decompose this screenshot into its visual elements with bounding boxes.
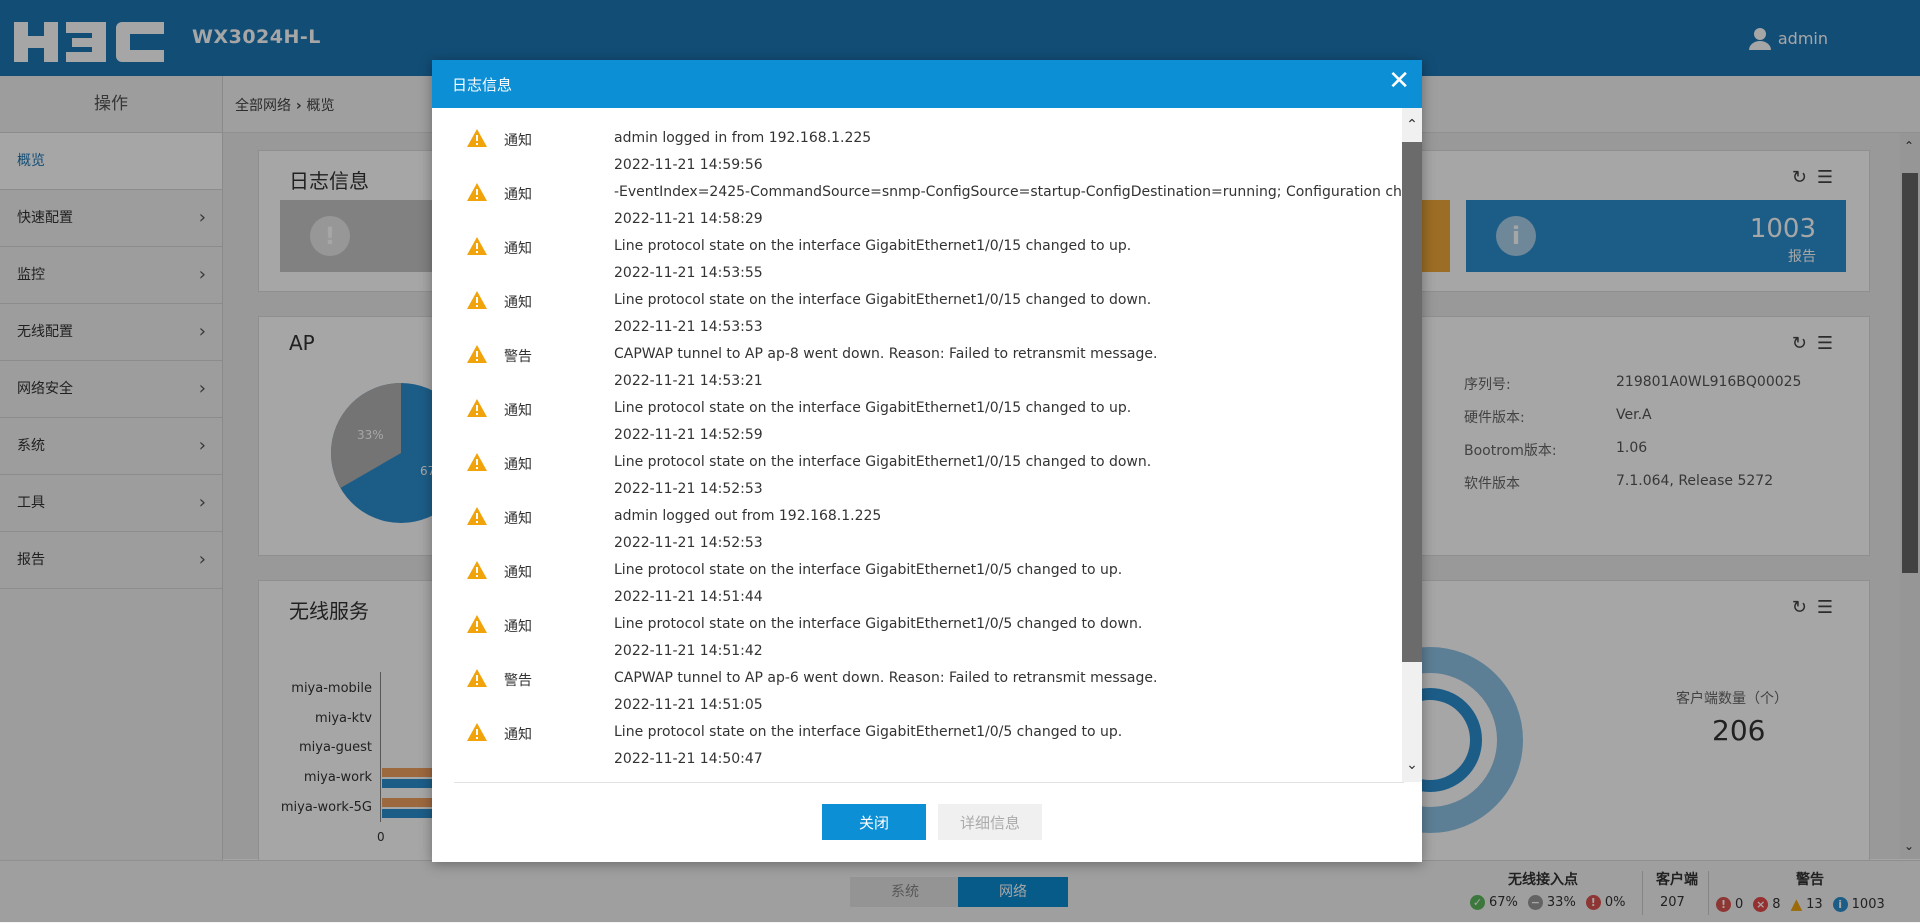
- log-time: 2022-11-21 14:52:59: [614, 427, 763, 443]
- scroll-down-icon[interactable]: ⌄: [1402, 748, 1422, 782]
- log-level: 通知: [504, 565, 532, 581]
- log-time: 2022-11-21 14:52:53: [614, 481, 763, 497]
- log-level: 通知: [504, 133, 532, 149]
- log-message: Line protocol state on the interface Gig…: [614, 616, 1143, 632]
- log-message: CAPWAP tunnel to AP ap-8 went down. Reas…: [614, 346, 1158, 362]
- dialog-header: 日志信息 ✕: [432, 60, 1422, 108]
- log-message: Line protocol state on the interface Gig…: [614, 454, 1152, 470]
- log-level: 通知: [504, 403, 532, 419]
- log-message: Line protocol state on the interface Gig…: [614, 238, 1132, 254]
- log-time: 2022-11-21 14:52:53: [614, 535, 763, 551]
- warning-icon: [467, 345, 487, 363]
- warning-icon: [467, 561, 487, 579]
- log-message: Line protocol state on the interface Gig…: [614, 562, 1123, 578]
- log-message: -EventIndex=2425-CommandSource=snmp-Conf…: [614, 184, 1404, 200]
- log-entry[interactable]: 通知 Line protocol state on the interface G…: [454, 722, 1384, 776]
- scroll-up-icon[interactable]: ⌃: [1402, 108, 1422, 142]
- log-entry[interactable]: 通知 Line protocol state on the interface G…: [454, 236, 1384, 290]
- log-time: 2022-11-21 14:51:44: [614, 589, 763, 605]
- warning-icon: [467, 669, 487, 687]
- log-time: 2022-11-21 14:50:47: [614, 751, 763, 767]
- log-message: CAPWAP tunnel to AP ap-6 went down. Reas…: [614, 670, 1158, 686]
- warning-icon: [467, 615, 487, 633]
- close-button[interactable]: 关闭: [822, 804, 926, 840]
- log-level: 通知: [504, 295, 532, 311]
- log-time: 2022-11-21 14:53:21: [614, 373, 763, 389]
- log-entry[interactable]: 通知 Line protocol state on the interface G…: [454, 398, 1384, 452]
- warning-icon: [467, 399, 487, 417]
- warning-icon: [467, 237, 487, 255]
- warning-icon: [467, 453, 487, 471]
- log-time: 2022-11-21 14:51:42: [614, 643, 763, 659]
- warning-icon: [467, 507, 487, 525]
- log-level: 通知: [504, 457, 532, 473]
- log-time: 2022-11-21 14:53:55: [614, 265, 763, 281]
- log-level: 通知: [504, 511, 532, 527]
- log-entry[interactable]: 通知 -EventIndex=2425-CommandSource=snmp-Co…: [454, 182, 1404, 236]
- log-level: 通知: [504, 619, 532, 635]
- log-message: Line protocol state on the interface Gig…: [614, 400, 1132, 416]
- log-entry[interactable]: 通知 Line protocol state on the interface G…: [454, 614, 1384, 668]
- log-list-scrollbar[interactable]: ⌃ ⌄: [1402, 108, 1422, 782]
- log-entry[interactable]: 通知 Line protocol state on the interface G…: [454, 560, 1384, 614]
- log-time: 2022-11-21 14:51:05: [614, 697, 763, 713]
- warning-icon: [467, 723, 487, 741]
- log-time: 2022-11-21 14:59:56: [614, 157, 763, 173]
- log-time: 2022-11-21 14:53:53: [614, 319, 763, 335]
- log-entry[interactable]: 警告 CAPWAP tunnel to AP ap-6 went down. Re…: [454, 668, 1384, 722]
- log-entry[interactable]: 通知 Line protocol state on the interface G…: [454, 452, 1384, 506]
- warning-icon: [467, 291, 487, 309]
- log-level: 警告: [504, 349, 532, 365]
- dialog-title: 日志信息: [452, 76, 513, 94]
- log-level: 警告: [504, 673, 532, 689]
- log-entry[interactable]: 通知 admin logged out from 192.168.1.225 202…: [454, 506, 1384, 560]
- log-entry[interactable]: 警告 CAPWAP tunnel to AP ap-8 went down. Re…: [454, 344, 1384, 398]
- log-list[interactable]: 通知 admin logged in from 192.168.1.225 2022…: [454, 108, 1404, 783]
- close-icon[interactable]: ✕: [1388, 66, 1410, 96]
- log-entry[interactable]: 通知 admin logged in from 192.168.1.225 2022…: [454, 128, 1384, 182]
- log-message: admin logged in from 192.168.1.225: [614, 130, 872, 146]
- log-info-dialog: 日志信息 ✕ 通知 admin logged in from 192.168.1.…: [432, 60, 1422, 862]
- log-time: 2022-11-21 14:58:29: [614, 211, 763, 227]
- log-level: 通知: [504, 187, 532, 203]
- log-scroll-thumb[interactable]: [1402, 142, 1422, 662]
- details-button[interactable]: 详细信息: [938, 804, 1042, 840]
- log-message: Line protocol state on the interface Gig…: [614, 724, 1123, 740]
- log-message: admin logged out from 192.168.1.225: [614, 508, 882, 524]
- warning-icon: [467, 183, 487, 201]
- log-message: Line protocol state on the interface Gig…: [614, 292, 1152, 308]
- log-level: 通知: [504, 727, 532, 743]
- log-entry[interactable]: 通知 Line protocol state on the interface G…: [454, 290, 1384, 344]
- warning-icon: [467, 129, 487, 147]
- log-level: 通知: [504, 241, 532, 257]
